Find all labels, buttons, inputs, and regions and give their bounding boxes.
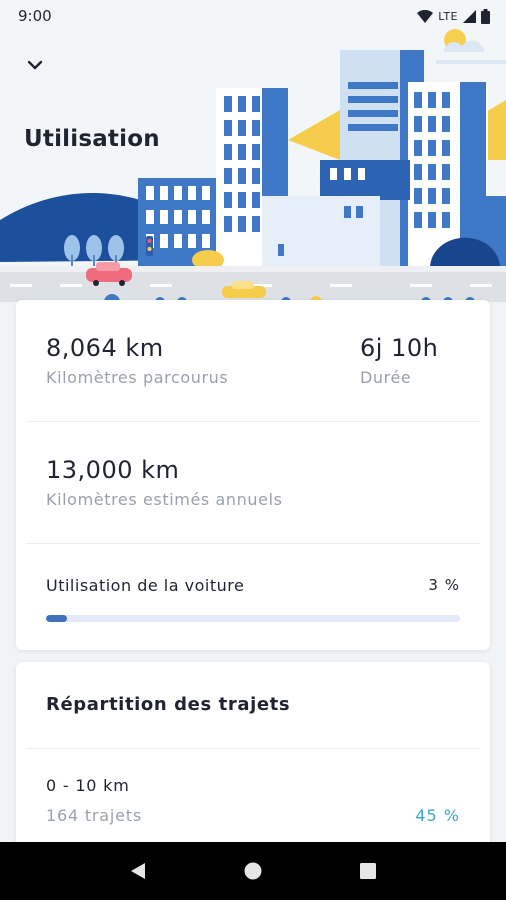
divider — [26, 748, 480, 749]
signal-icon — [463, 9, 476, 23]
annual-label: Kilomètres estimés annuels — [46, 490, 283, 509]
chevron-down-icon[interactable] — [22, 52, 48, 78]
page-title: Utilisation — [24, 126, 160, 152]
car-usage-row: Utilisation de la voiture 3 % — [46, 576, 460, 636]
duration-label: Durée — [360, 368, 412, 387]
system-navigation-bar — [0, 842, 506, 900]
divider — [26, 543, 480, 544]
battery-icon — [481, 8, 490, 24]
divider — [26, 421, 480, 422]
recents-square-icon[interactable] — [348, 851, 388, 891]
car-usage-percent: 3 % — [428, 576, 460, 594]
back-triangle-icon[interactable] — [118, 851, 158, 891]
status-bar: 9:00 LTE — [0, 0, 506, 32]
usage-stats-card: 8,064 km Kilomètres parcourus 6j 10h Dur… — [16, 300, 490, 650]
car-usage-progress-bar — [46, 615, 460, 622]
status-icons: LTE — [417, 8, 490, 24]
annual-value: 13,000 km — [46, 456, 180, 484]
trip-percent: 45 % — [415, 806, 460, 825]
network-type: LTE — [438, 9, 458, 23]
duration-value: 6j 10h — [360, 334, 439, 362]
wifi-icon — [417, 9, 434, 23]
trip-range: 0 - 10 km — [46, 776, 130, 795]
duration-stat: 6j 10h Durée — [360, 334, 460, 387]
status-time: 9:00 — [18, 7, 52, 25]
trip-count: 164 trajets — [46, 806, 142, 825]
car-usage-progress-fill — [46, 615, 67, 622]
trip-distribution-title: Répartition des trajets — [46, 694, 291, 715]
annual-stat: 13,000 km Kilomètres estimés annuels — [46, 456, 460, 509]
car-usage-label: Utilisation de la voiture — [46, 576, 245, 595]
home-circle-icon[interactable] — [233, 851, 273, 891]
trip-distribution-card: Répartition des trajets 0 - 10 km 164 tr… — [16, 662, 490, 862]
